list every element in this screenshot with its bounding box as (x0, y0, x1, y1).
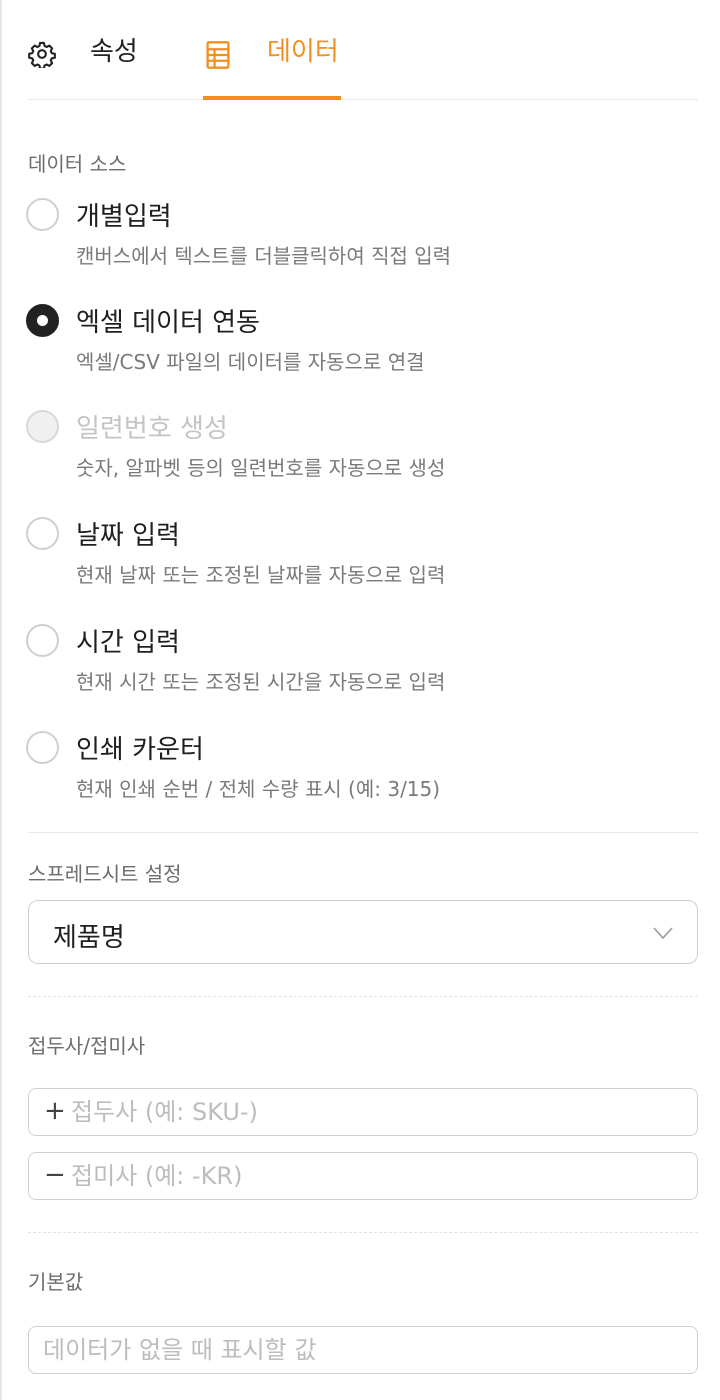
plus-icon: + (44, 1096, 66, 1126)
option-description: 현재 시간 또는 조정된 시간을 자동으로 입력 (76, 670, 446, 694)
tab-data-label: 데이터 (267, 37, 339, 67)
option-label: 일련번호 생성 (76, 414, 228, 444)
spreadsheet-title: 스프레드시트 설정 (28, 862, 182, 886)
prefix-field[interactable]: + (28, 1088, 698, 1136)
dashed-divider (28, 1232, 698, 1233)
tab-properties[interactable]: 속성 (28, 37, 138, 100)
data-source-title: 데이터 소스 (28, 152, 127, 176)
tab-bar: 속성 데이터 (28, 0, 698, 100)
chevron-down-icon (651, 921, 675, 945)
option-description: 숫자, 알파벳 등의 일련번호를 자동으로 생성 (76, 456, 446, 480)
option-label: 개별입력 (76, 202, 172, 232)
radio-button[interactable] (26, 624, 59, 657)
tab-properties-label: 속성 (90, 37, 138, 67)
suffix-input[interactable] (71, 1158, 671, 1194)
option-label: 시간 입력 (76, 628, 180, 658)
option-description: 현재 인쇄 순번 / 전체 수량 표시 (예: 3/15) (76, 777, 441, 801)
suffix-field[interactable]: − (28, 1152, 698, 1200)
default-value-field[interactable] (28, 1326, 698, 1374)
minus-icon: − (44, 1160, 66, 1190)
select-value: 제품명 (53, 923, 125, 953)
prefix-input[interactable] (71, 1094, 671, 1130)
option-label: 엑셀 데이터 연동 (76, 308, 260, 338)
radio-button[interactable] (26, 198, 59, 231)
option-description: 엑셀/CSV 파일의 데이터를 자동으로 연결 (76, 350, 425, 374)
data-sheet-icon (205, 40, 233, 69)
radio-button-disabled (26, 410, 59, 443)
option-label: 날짜 입력 (76, 521, 180, 551)
option-description: 현재 날짜 또는 조정된 날짜를 자동으로 입력 (76, 563, 446, 587)
dashed-divider (28, 996, 698, 997)
option-label: 인쇄 카운터 (76, 735, 204, 765)
section-divider (28, 832, 698, 833)
tab-data[interactable]: 데이터 (203, 37, 341, 100)
gear-icon (28, 40, 56, 70)
default-value-title: 기본값 (28, 1270, 84, 1294)
option-description: 캔버스에서 텍스트를 더블클릭하여 직접 입력 (76, 244, 452, 268)
radio-button[interactable] (26, 731, 59, 764)
affix-title: 접두사/접미사 (28, 1034, 146, 1058)
default-value-input[interactable] (43, 1332, 643, 1368)
spreadsheet-column-select[interactable]: 제품명 (28, 900, 698, 964)
data-panel: 속성 데이터 데이터 소스 개별입력 캔버스에서 텍스트를 더블클릭하여 직접 … (0, 0, 720, 1400)
radio-button[interactable] (26, 517, 59, 550)
radio-button-checked[interactable] (26, 304, 59, 337)
